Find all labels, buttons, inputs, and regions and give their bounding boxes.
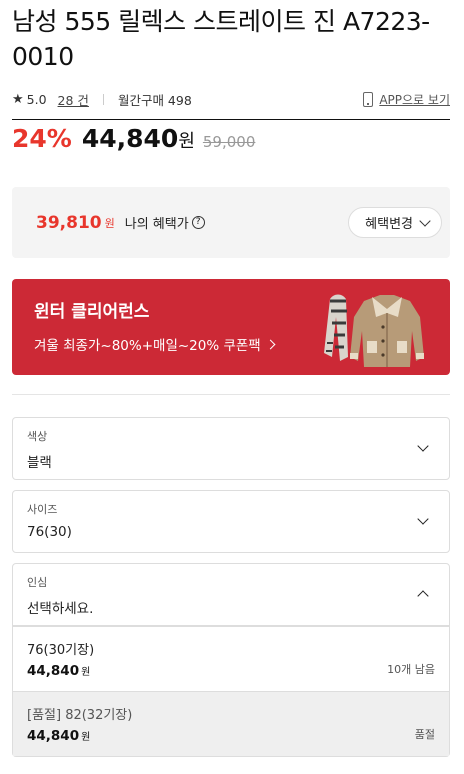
color-select[interactable]: 색상 블랙 (12, 417, 450, 480)
inseam-select-label: 인심 (27, 576, 48, 589)
option-currency: 원 (81, 732, 91, 743)
app-view-label: APP으로 보기 (379, 92, 450, 107)
size-select-label: 사이즈 (27, 503, 58, 516)
chevron-right-icon (265, 339, 276, 349)
original-price: 59,000 (202, 133, 256, 151)
chevron-down-icon (419, 214, 431, 227)
inseam-option-soldout: [품절] 82(32기장) 44,840 원 품절 (13, 691, 449, 756)
rating-value: 5.0 (26, 91, 47, 107)
benefit-currency: 원 (104, 216, 115, 230)
inseam-select-placeholder: 선택하세요. (27, 601, 94, 617)
option-name: [품절] 82(32기장) (27, 708, 133, 723)
size-select-value: 76(30) (27, 524, 72, 540)
benefit-box: 39,810 원 나의 혜택가 ? 혜택변경 (12, 187, 450, 258)
reviews-link[interactable]: 28 건 (58, 90, 89, 109)
option-price: 44,840 (27, 728, 80, 744)
option-price: 44,840 (27, 663, 80, 679)
option-name: 76(30기장) (27, 643, 95, 658)
monthly-sales: 월간구매 498 (117, 92, 192, 108)
color-select-value: 블랙 (27, 455, 52, 471)
price-currency: 원 (178, 131, 195, 152)
discount-rate: 24% (12, 124, 72, 153)
benefit-change-label: 혜택변경 (365, 217, 413, 232)
option-stock: 10개 남음 (387, 663, 435, 676)
option-stock: 품절 (414, 728, 435, 741)
help-icon[interactable]: ? (191, 216, 205, 229)
color-select-label: 색상 (27, 430, 48, 443)
banner-subtitle: 겨울 최종가~80%+매일~20% 쿠폰팩 (34, 338, 261, 354)
benefit-label: 나의 혜택가 (124, 217, 189, 232)
price-row: 24% 44,840 원 59,000 (12, 120, 450, 168)
star-icon: ★ (12, 91, 24, 107)
phone-icon (363, 91, 374, 107)
size-select[interactable]: 사이즈 76(30) (12, 490, 450, 553)
benefit-change-button[interactable]: 혜택변경 (348, 207, 442, 238)
option-price-row: 44,840 원 (27, 663, 435, 679)
product-meta: ★ 5.0 28 건 월간구매 498 APP으로 보기 (12, 81, 450, 117)
sale-price: 44,840 (81, 124, 179, 153)
inseam-option[interactable]: 76(30기장) 44,840 원 10개 남음 (13, 626, 449, 691)
app-view-link[interactable]: APP으로 보기 (363, 91, 450, 108)
section-divider (12, 394, 450, 395)
product-title: 남성 555 릴렉스 스트레이트 진 A7223-0010 (12, 7, 430, 71)
benefit-price: 39,810 (36, 212, 102, 233)
inseam-select[interactable]: 인심 선택하세요. (12, 563, 450, 626)
option-currency: 원 (81, 667, 91, 678)
promo-banner[interactable]: 윈터 클리어런스 겨울 최종가~80%+매일~20% 쿠폰팩 (12, 279, 450, 375)
inseam-options-list: 76(30기장) 44,840 원 10개 남음 [품절] 82(32기장) 44… (12, 626, 450, 757)
meta-divider (102, 93, 104, 105)
option-price-row: 44,840 원 (27, 728, 435, 744)
coat-image (324, 294, 424, 367)
